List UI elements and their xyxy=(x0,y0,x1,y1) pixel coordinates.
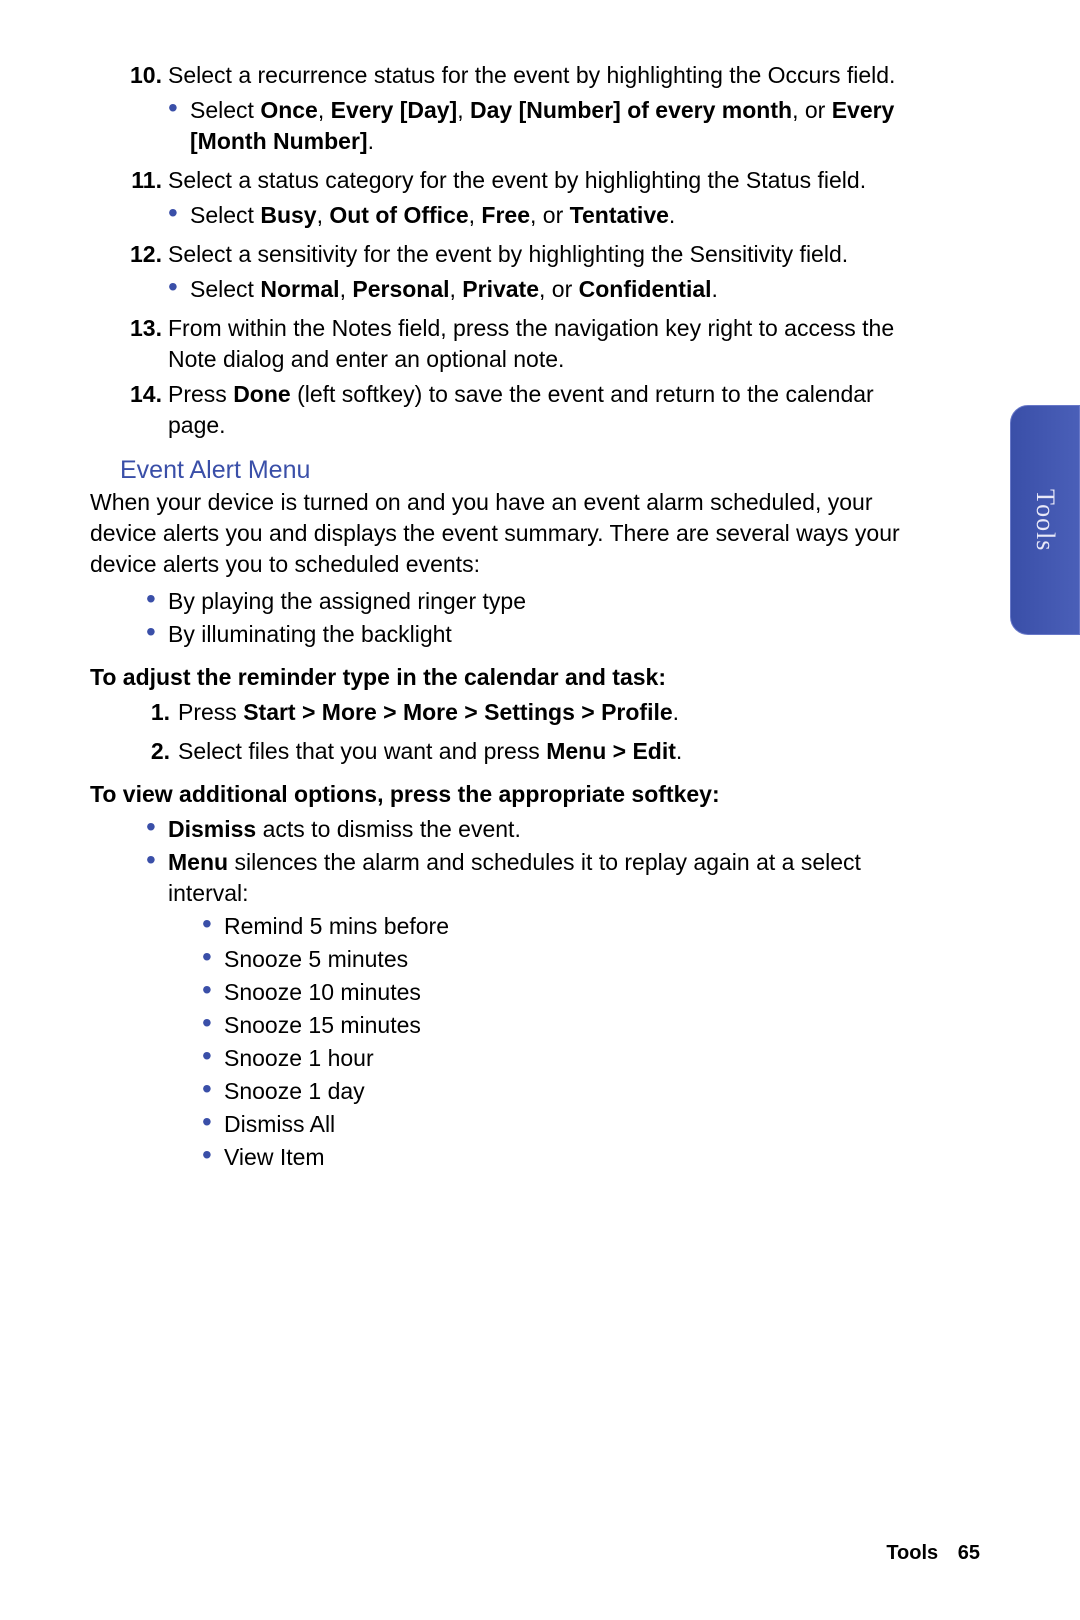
bullet-icon: • xyxy=(146,814,168,845)
bullet-icon: • xyxy=(202,1142,224,1173)
nested-bullet: •Dismiss All xyxy=(202,1109,900,1140)
adjust-reminder-heading: To adjust the reminder type in the calen… xyxy=(90,664,900,691)
step-14: 14. Press Done (left softkey) to save th… xyxy=(120,379,900,441)
bullet-icon: • xyxy=(202,1043,224,1074)
bullet-text: Snooze 5 minutes xyxy=(224,944,900,975)
bullet-icon: • xyxy=(168,274,190,305)
footer-page-number: 65 xyxy=(958,1542,980,1564)
page-content: 10. Select a recurrence status for the e… xyxy=(0,0,1080,1235)
bullet-text: Select Busy, Out of Office, Free, or Ten… xyxy=(190,200,900,231)
bullet-icon: • xyxy=(202,1109,224,1140)
step-number: 2. xyxy=(140,736,170,767)
step-text: Select files that you want and press Men… xyxy=(178,736,900,767)
step-number: 11. xyxy=(120,165,162,196)
bullet-text: Dismiss acts to dismiss the event. xyxy=(168,814,900,845)
step-text: From within the Notes field, press the n… xyxy=(168,313,900,375)
bullet-text: Snooze 10 minutes xyxy=(224,977,900,1008)
bullet-text: By playing the assigned ringer type xyxy=(168,586,900,617)
view-options-heading: To view additional options, press the ap… xyxy=(90,781,900,808)
bullet-icon: • xyxy=(146,847,168,909)
bullet-icon: • xyxy=(202,1076,224,1107)
bullet-text: Select Normal, Personal, Private, or Con… xyxy=(190,274,900,305)
step-11: 11. Select a status category for the eve… xyxy=(120,165,900,196)
bullet-icon: • xyxy=(202,911,224,942)
step-text: Select a sensitivity for the event by hi… xyxy=(168,239,900,270)
bullet-text: View Item xyxy=(224,1142,900,1173)
step-number: 10. xyxy=(120,60,162,91)
nested-bullet: •Remind 5 mins before xyxy=(202,911,900,942)
nested-bullet: •Snooze 10 minutes xyxy=(202,977,900,1008)
intro-bullet-2: • By illuminating the backlight xyxy=(146,619,900,650)
step-number: 13. xyxy=(120,313,162,375)
step-text: Press Done (left softkey) to save the ev… xyxy=(168,379,900,441)
view-bullet-menu: • Menu silences the alarm and schedules … xyxy=(146,847,900,909)
bullet-text: Dismiss All xyxy=(224,1109,900,1140)
bullet-text: Select Once, Every [Day], Day [Number] o… xyxy=(190,95,900,157)
nested-bullet: •Snooze 1 day xyxy=(202,1076,900,1107)
nested-bullet: •Snooze 5 minutes xyxy=(202,944,900,975)
nested-bullet: •View Item xyxy=(202,1142,900,1173)
section-title-event-alert: Event Alert Menu xyxy=(120,456,900,485)
bullet-icon: • xyxy=(168,95,190,157)
step-12-bullet: • Select Normal, Personal, Private, or C… xyxy=(168,274,900,305)
step-13: 13. From within the Notes field, press t… xyxy=(120,313,900,375)
step-10-bullet: • Select Once, Every [Day], Day [Number]… xyxy=(168,95,900,157)
step-10: 10. Select a recurrence status for the e… xyxy=(120,60,900,91)
intro-bullet-1: • By playing the assigned ringer type xyxy=(146,586,900,617)
step-text: Press Start > More > More > Settings > P… xyxy=(178,697,900,728)
step-11-bullet: • Select Busy, Out of Office, Free, or T… xyxy=(168,200,900,231)
nested-bullet: •Snooze 1 hour xyxy=(202,1043,900,1074)
bullet-text: Remind 5 mins before xyxy=(224,911,900,942)
bullet-icon: • xyxy=(146,619,168,650)
view-bullet-dismiss: • Dismiss acts to dismiss the event. xyxy=(146,814,900,845)
bullet-text: By illuminating the backlight xyxy=(168,619,900,650)
bullet-text: Snooze 1 hour xyxy=(224,1043,900,1074)
step-12: 12. Select a sensitivity for the event b… xyxy=(120,239,900,270)
step-text: Select a recurrence status for the event… xyxy=(168,60,900,91)
step-text: Select a status category for the event b… xyxy=(168,165,900,196)
bullet-icon: • xyxy=(146,586,168,617)
bullet-text: Snooze 15 minutes xyxy=(224,1010,900,1041)
step-number: 1. xyxy=(140,697,170,728)
bullet-icon: • xyxy=(202,944,224,975)
step-number: 12. xyxy=(120,239,162,270)
footer-section: Tools xyxy=(886,1542,938,1564)
bullet-icon: • xyxy=(202,977,224,1008)
page-footer: Tools 65 xyxy=(886,1542,980,1565)
bullet-icon: • xyxy=(202,1010,224,1041)
step-number: 14. xyxy=(120,379,162,441)
nested-bullet: •Snooze 15 minutes xyxy=(202,1010,900,1041)
bullet-text: Snooze 1 day xyxy=(224,1076,900,1107)
bullet-icon: • xyxy=(168,200,190,231)
adjust-step-2: 2. Select files that you want and press … xyxy=(140,736,900,767)
intro-paragraph: When your device is turned on and you ha… xyxy=(90,487,900,580)
adjust-step-1: 1. Press Start > More > More > Settings … xyxy=(140,697,900,728)
bullet-text: Menu silences the alarm and schedules it… xyxy=(168,847,900,909)
